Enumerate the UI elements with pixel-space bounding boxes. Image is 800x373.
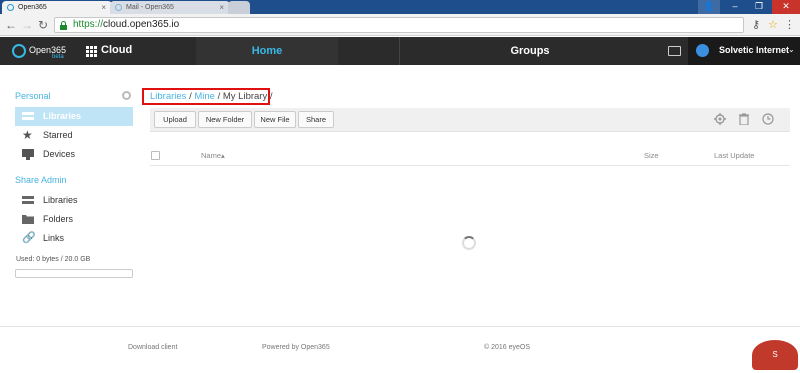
file-toolbar: Upload New Folder New File Share	[150, 108, 790, 132]
sidebar-item-links[interactable]: 🔗 Links	[15, 229, 133, 248]
maximize-icon[interactable]: ❐	[748, 0, 770, 14]
chat-icon[interactable]	[668, 46, 681, 56]
copyright-text: © 2016 eyeOS	[484, 344, 531, 351]
sidebar-item-label: Devices	[43, 149, 76, 159]
minimize-icon[interactable]: –	[724, 0, 746, 14]
sidebar-item-label: Links	[43, 233, 65, 243]
column-last-update-header[interactable]: Last Update	[714, 151, 754, 160]
browser-tab-mail[interactable]: Mail - Open365 ×	[110, 1, 230, 14]
share-admin-section-title: Share Admin	[15, 175, 67, 185]
back-icon[interactable]: ←	[4, 17, 18, 33]
app-header: Open365 beta Cloud Home Groups Solvetic …	[0, 37, 800, 65]
open365-favicon-icon	[7, 4, 14, 11]
storage-usage-bar	[15, 269, 133, 278]
column-name-header[interactable]: Name▴	[201, 151, 225, 160]
new-tab-button[interactable]	[228, 1, 250, 14]
browser-user-icon[interactable]: 👤	[698, 0, 720, 14]
breadcrumb-libraries[interactable]: Libraries	[150, 91, 186, 102]
page-footer: Download client Powered by Open365 © 201…	[0, 326, 800, 373]
breadcrumb-separator: /	[267, 91, 273, 102]
share-button[interactable]: Share	[298, 111, 334, 128]
sidebar-item-label: Starred	[43, 130, 73, 140]
close-tab-icon[interactable]: ×	[219, 1, 224, 14]
folder-icon	[22, 215, 34, 224]
sidebar-item-starred[interactable]: ★ Starred	[15, 126, 133, 145]
file-table-header: Name▴ Size Last Update	[150, 144, 790, 166]
breadcrumb-separator: /	[214, 91, 223, 102]
watermark-logo: S	[752, 340, 798, 370]
nav-divider	[399, 37, 400, 65]
library-icon	[22, 196, 34, 204]
sort-asc-icon: ▴	[221, 151, 225, 160]
new-folder-button[interactable]: New Folder	[198, 111, 252, 128]
sidebar-item-libraries[interactable]: Libraries	[15, 107, 133, 126]
storage-usage-text: Used: 0 bytes / 20.0 GB	[16, 256, 91, 263]
close-window-icon[interactable]: ✕	[772, 0, 800, 14]
chevron-down-icon: ⌄	[788, 45, 795, 54]
new-file-button[interactable]: New File	[254, 111, 296, 128]
apps-grid-icon[interactable]	[86, 46, 97, 57]
cloud-avatar-icon	[696, 44, 709, 57]
trash-icon[interactable]	[738, 113, 750, 125]
column-size-header[interactable]: Size	[644, 151, 659, 160]
app-section-title: Cloud	[101, 44, 133, 56]
breadcrumb-current: My Library	[222, 91, 268, 102]
sidebar-item-label: Folders	[43, 214, 74, 224]
history-icon[interactable]	[762, 113, 774, 125]
sidebar-item-devices[interactable]: Devices	[15, 145, 133, 164]
upload-button[interactable]: Upload	[154, 111, 196, 128]
sidebar-item-label: Libraries	[43, 195, 78, 205]
key-icon[interactable]: ⚷	[752, 17, 760, 33]
sidebar-item-folders[interactable]: Folders	[15, 210, 133, 229]
browser-toolbar: ← → ↻ https://cloud.open365.io ⚷ ☆ ⋮	[0, 14, 800, 36]
breadcrumb-mine[interactable]: Mine	[194, 91, 215, 102]
url-text: https://cloud.open365.io	[73, 19, 180, 30]
settings-icon[interactable]	[714, 113, 726, 125]
star-icon: ★	[22, 128, 33, 142]
select-all-checkbox[interactable]	[151, 151, 160, 160]
breadcrumb: Libraries / Mine / My Library /	[142, 88, 273, 105]
address-bar[interactable]: https://cloud.open365.io	[54, 17, 744, 33]
sidebar-item-share-libraries[interactable]: Libraries	[15, 191, 133, 210]
monitor-icon	[22, 149, 34, 160]
gear-icon[interactable]	[122, 91, 131, 100]
close-tab-icon[interactable]: ×	[101, 1, 106, 14]
personal-section-title: Personal	[15, 91, 51, 101]
browser-tab-bar: Open365 × Mail - Open365 × 👤 – ❐ ✕	[0, 0, 800, 14]
menu-icon[interactable]: ⋮	[784, 17, 795, 33]
tab-label: Mail - Open365	[126, 4, 174, 11]
loading-spinner-icon	[462, 236, 476, 250]
forward-icon[interactable]: →	[20, 17, 34, 33]
nav-home[interactable]: Home	[196, 37, 338, 65]
sidebar-item-label: Libraries	[43, 111, 82, 121]
user-name: Solvetic Internet	[719, 45, 790, 55]
bookmark-star-icon[interactable]: ☆	[768, 17, 778, 33]
browser-tab-open365[interactable]: Open365 ×	[2, 1, 112, 14]
lock-icon	[60, 21, 67, 30]
link-icon: 🔗	[22, 232, 36, 244]
open365-logo-icon	[12, 44, 26, 58]
download-client-link[interactable]: Download client	[128, 344, 177, 351]
reload-icon[interactable]: ↻	[36, 17, 50, 33]
user-menu[interactable]: Solvetic Internet ⌄	[688, 37, 800, 65]
beta-badge: beta	[52, 54, 64, 60]
tab-label: Open365	[18, 4, 47, 11]
powered-by-text: Powered by Open365	[262, 344, 330, 351]
mail-favicon-icon	[115, 4, 122, 11]
nav-groups[interactable]: Groups	[460, 37, 600, 65]
library-icon	[22, 112, 34, 120]
